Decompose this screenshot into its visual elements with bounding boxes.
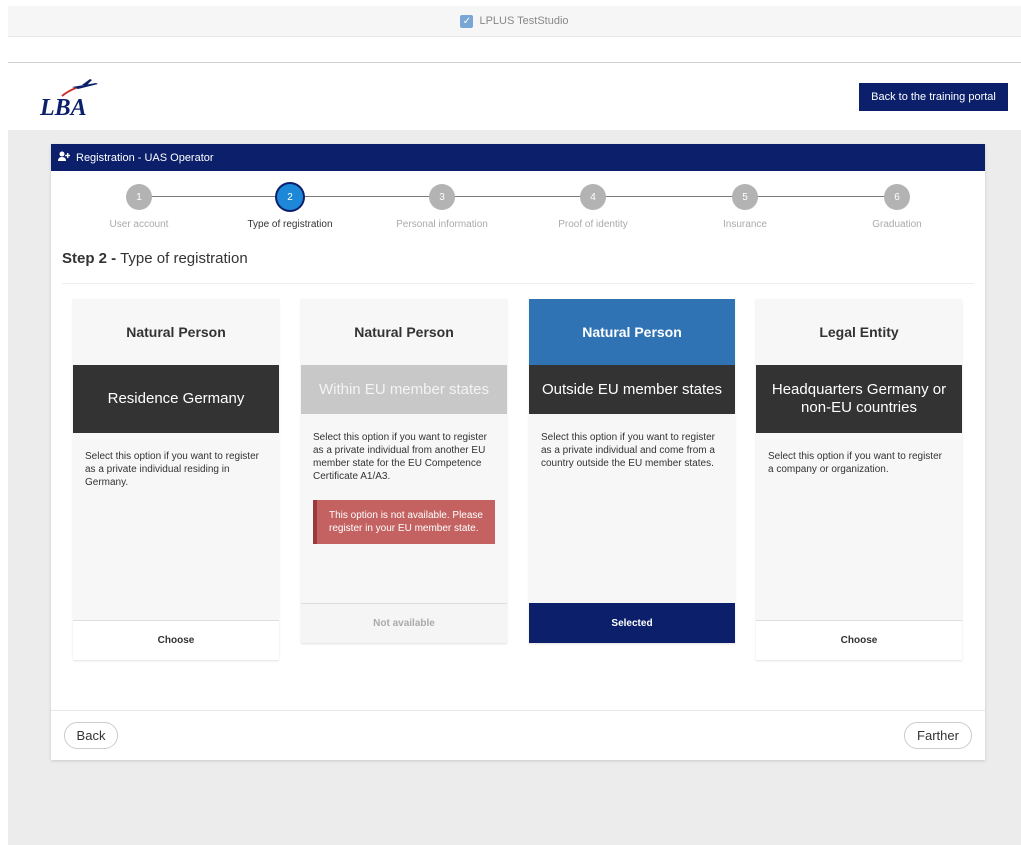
option-card-within-eu: Natural Person Within EU member states S… [301,299,507,643]
lba-logo: LBA [38,79,108,121]
page-title: Step 2 - Type of registration [62,250,248,267]
step-5-number: 5 [732,184,758,210]
svg-text:LBA: LBA [39,95,87,119]
not-available-button: Not available [301,603,507,643]
panel-title: Registration - UAS Operator [76,151,214,164]
app-titlebar: ✓ LPLUS TestStudio [8,6,1021,36]
step-4-number: 4 [580,184,606,210]
card-heading: Natural Person [126,324,226,340]
option-card-residence-germany: Natural Person Residence Germany Select … [73,299,279,660]
checkbox-icon: ✓ [460,14,474,28]
step-4: 4 Proof of identity [523,184,663,230]
farther-button[interactable]: Farther [904,722,972,749]
step-6-number: 6 [884,184,910,210]
step-2-number: 2 [277,184,303,210]
choose-button[interactable]: Choose [756,620,962,660]
step-3: 3 Personal information [372,184,512,230]
step-3-number: 3 [429,184,455,210]
unavailable-alert: This option is not available. Please reg… [313,500,495,544]
card-band: Headquarters Germany or non-EU countries [756,365,962,433]
progress-stepper: 1 User account 2 Type of registration 3 … [51,184,985,244]
selected-button[interactable]: Selected [529,603,735,643]
card-description: Select this option if you want to regist… [313,432,487,482]
card-band: Outside EU member states [529,365,735,414]
footer-divider [51,710,985,711]
registration-panel: Registration - UAS Operator 1 User accou… [51,144,985,760]
step-2: 2 Type of registration [220,184,360,230]
step-1: 1 User account [69,184,209,230]
choose-button[interactable]: Choose [73,620,279,660]
card-description: Select this option if you want to regist… [768,451,942,475]
step-5-label: Insurance [723,219,767,230]
app-title: LPLUS TestStudio [479,15,569,27]
panel-header: Registration - UAS Operator [51,144,985,171]
option-card-legal-entity: Legal Entity Headquarters Germany or non… [756,299,962,660]
card-band: Residence Germany [73,365,279,433]
card-heading: Natural Person [354,324,454,340]
page-title-prefix: Step 2 - [62,250,117,267]
step-6: 6 Graduation [827,184,967,230]
titlebar-divider [8,36,1021,37]
page-title-text: Type of registration [120,250,248,267]
add-user-icon [58,151,71,164]
option-card-outside-eu: Natural Person Outside EU member states … [529,299,735,643]
step-2-label: Type of registration [247,219,333,230]
step-6-label: Graduation [872,219,922,230]
card-description: Select this option if you want to regist… [85,451,259,488]
title-divider [62,283,974,284]
site-header: LBA Back to the training portal [8,63,1021,130]
card-heading: Legal Entity [819,324,899,340]
card-band: Within EU member states [301,365,507,414]
card-description: Select this option if you want to regist… [541,432,715,469]
card-heading: Natural Person [529,299,735,365]
back-to-portal-button[interactable]: Back to the training portal [859,83,1008,111]
back-button[interactable]: Back [64,722,118,749]
step-5: 5 Insurance [675,184,815,230]
step-1-label: User account [109,219,169,230]
step-3-label: Personal information [396,219,488,230]
step-1-number: 1 [126,184,152,210]
step-4-label: Proof of identity [558,219,628,230]
